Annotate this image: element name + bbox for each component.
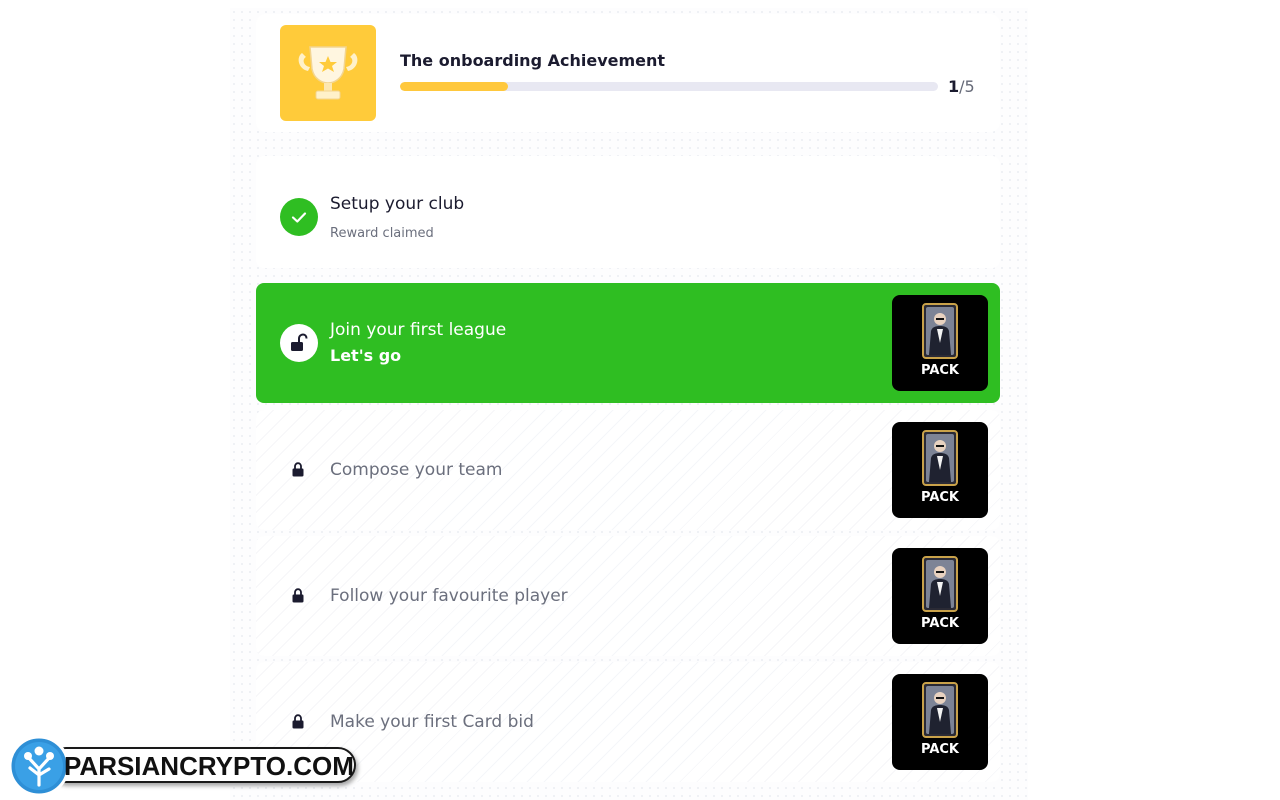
reward-pack: PACK bbox=[892, 548, 988, 644]
trophy-icon bbox=[298, 46, 358, 100]
achievement-progress-label: 1/5 bbox=[948, 77, 975, 96]
lets-go-link[interactable]: Let's go bbox=[330, 346, 401, 365]
watermark: PARSIANCRYPTO.COM bbox=[8, 735, 360, 797]
card-pack-icon bbox=[922, 682, 958, 738]
task-first-card-bid: Make your first Card bid PACK bbox=[256, 662, 1000, 782]
pack-label: PACK bbox=[920, 363, 959, 378]
task-title: Setup your club bbox=[330, 194, 465, 214]
progress-total: /5 bbox=[959, 77, 975, 96]
task-follow-player: Follow your favourite player PACK bbox=[256, 536, 1000, 656]
progress-current: 1 bbox=[948, 77, 960, 96]
trophy-badge bbox=[280, 25, 376, 121]
pack-label: PACK bbox=[920, 616, 959, 631]
reward-pack: PACK bbox=[892, 422, 988, 518]
lock-icon bbox=[292, 588, 304, 603]
achievement-title: The onboarding Achievement bbox=[400, 51, 666, 70]
task-join-league[interactable]: Join your first league Let's go PACK bbox=[256, 283, 1000, 403]
unlock-badge bbox=[280, 324, 318, 362]
lock-icon bbox=[292, 462, 304, 477]
achievement-progress-bar bbox=[400, 82, 938, 91]
task-title: Follow your favourite player bbox=[330, 586, 568, 606]
pack-label: PACK bbox=[920, 490, 959, 505]
check-icon bbox=[291, 212, 307, 223]
task-title: Join your first league bbox=[330, 320, 507, 340]
task-title: Make your first Card bid bbox=[330, 712, 534, 732]
completed-badge bbox=[280, 198, 318, 236]
task-title: Compose your team bbox=[330, 460, 503, 480]
reward-pack: PACK bbox=[892, 674, 988, 770]
task-setup-club: Setup your club Reward claimed bbox=[256, 156, 1000, 268]
watermark-text: PARSIANCRYPTO.COM bbox=[64, 751, 354, 781]
card-pack-icon bbox=[922, 430, 958, 486]
reward-pack: PACK bbox=[892, 295, 988, 391]
task-compose-team: Compose your team PACK bbox=[256, 410, 1000, 530]
card-pack-icon bbox=[922, 303, 958, 359]
pack-label: PACK bbox=[920, 742, 959, 757]
lock-icon bbox=[292, 714, 304, 729]
achievement-header: The onboarding Achievement 1/5 bbox=[256, 14, 1000, 132]
task-status: Reward claimed bbox=[330, 226, 434, 241]
card-pack-icon bbox=[922, 556, 958, 612]
achievement-progress-fill bbox=[400, 82, 508, 91]
parsiancrypto-logo bbox=[8, 735, 70, 797]
unlock-icon bbox=[291, 333, 308, 351]
